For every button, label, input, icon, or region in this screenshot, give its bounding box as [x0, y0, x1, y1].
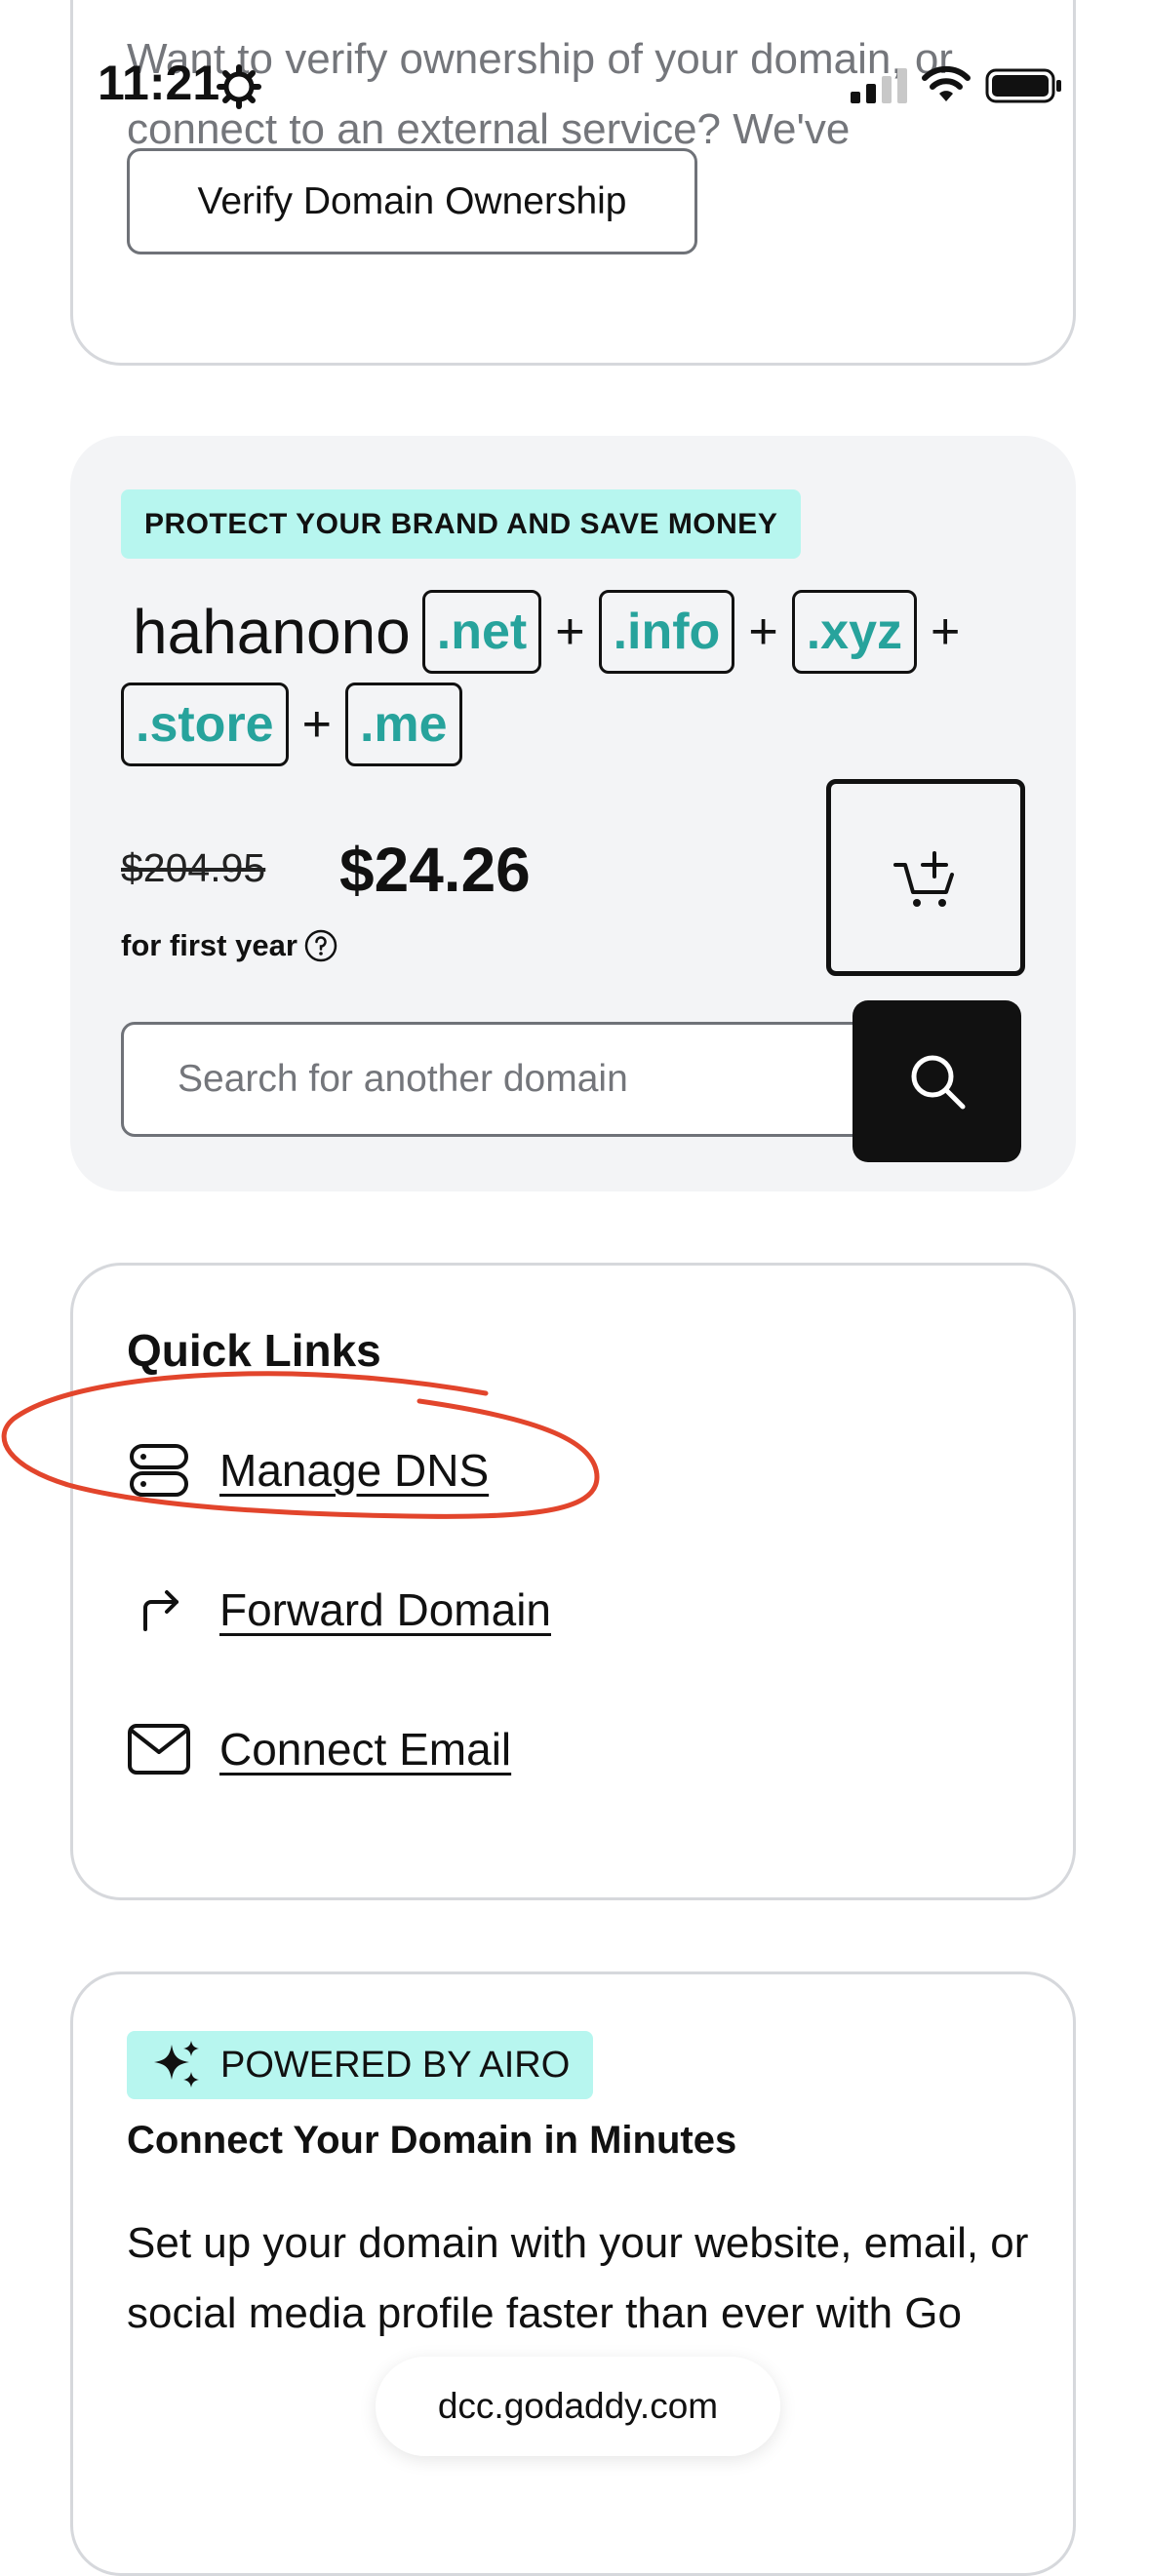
domain-search-input[interactable]: Search for another domain: [121, 1022, 901, 1137]
price-term: for first year: [121, 928, 338, 963]
airo-badge-label: POWERED BY AIRO: [220, 2044, 571, 2086]
quick-link-forward-domain[interactable]: Forward Domain: [127, 1581, 551, 1639]
status-bar: 11:21: [0, 0, 1150, 146]
status-time: 11:21: [98, 56, 220, 110]
verify-domain-ownership-button[interactable]: Verify Domain Ownership: [127, 148, 697, 254]
plus-sign: +: [931, 604, 961, 660]
wifi-icon: [922, 65, 971, 101]
domain-bundle-row: hahanono .net + .info + .xyz +: [121, 590, 973, 674]
quick-link-label[interactable]: Connect Email: [219, 1723, 511, 1776]
cellular-signal-icon: [851, 68, 907, 103]
promo-badge: PROTECT YOUR BRAND AND SAVE MONEY: [121, 489, 802, 559]
sale-price: $24.26: [339, 835, 531, 905]
quick-link-label[interactable]: Forward Domain: [219, 1583, 551, 1636]
add-to-cart-icon: [893, 851, 954, 907]
domain-name: hahanono: [133, 597, 411, 667]
airo-description: Set up your domain with your website, em…: [127, 2219, 1029, 2337]
price-term-label: for first year: [121, 928, 297, 962]
protect-brand-card: PROTECT YOUR BRAND AND SAVE MONEY hahano…: [70, 436, 1076, 1191]
quick-links-card: Quick Links Manage DNS Forward Domain Co…: [70, 1263, 1076, 1900]
mail-icon: [127, 1720, 191, 1778]
airo-title: Connect Your Domain in Minutes: [127, 2119, 737, 2162]
airo-badge: POWERED BY AIRO: [127, 2031, 594, 2099]
original-price: $204.95: [121, 845, 266, 890]
tld-chip: .me: [344, 683, 462, 766]
gear-icon: [217, 64, 261, 109]
tld-chip: .info: [598, 590, 735, 674]
plus-sign: +: [301, 696, 332, 753]
plus-sign: +: [555, 604, 585, 660]
search-button[interactable]: [853, 1000, 1021, 1162]
sparkle-icon: [154, 2041, 199, 2088]
tld-chip: .xyz: [791, 590, 917, 674]
battery-icon: [985, 68, 1061, 103]
quick-link-manage-dns[interactable]: Manage DNS: [127, 1441, 489, 1500]
forward-arrow-icon: [127, 1581, 191, 1639]
quick-link-label[interactable]: Manage DNS: [219, 1444, 489, 1497]
browser-url-bar[interactable]: dcc.godaddy.com: [376, 2357, 780, 2456]
quick-links-title: Quick Links: [127, 1325, 381, 1376]
dns-server-icon: [127, 1441, 191, 1500]
search-icon: [911, 1055, 965, 1110]
quick-link-connect-email[interactable]: Connect Email: [127, 1720, 511, 1778]
airo-card: POWERED BY AIRO Connect Your Domain in M…: [70, 1971, 1076, 2576]
tld-chip: .net: [421, 590, 542, 674]
help-icon[interactable]: [303, 928, 338, 963]
domain-bundle-row: .store + .me: [121, 683, 462, 766]
tld-chip: .store: [121, 683, 289, 766]
plus-sign: +: [748, 604, 778, 660]
add-to-cart-button[interactable]: [826, 779, 1025, 976]
